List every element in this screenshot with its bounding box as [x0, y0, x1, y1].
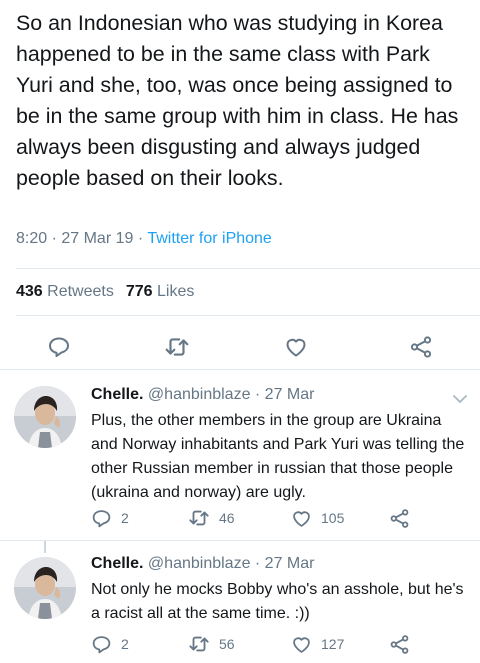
reply-retweet-button[interactable]: 56 [188, 633, 235, 655]
reply-like-button[interactable]: 105 [291, 507, 344, 529]
like-icon [291, 634, 312, 655]
reply-text: Not only he mocks Bobby who's an asshole… [91, 581, 464, 622]
reply-like-button[interactable]: 127 [291, 633, 344, 655]
likes-count[interactable]: 776 [126, 283, 153, 300]
share-icon [389, 508, 410, 529]
tweet-time: 8:20 · 27 Mar 19 · [16, 230, 148, 247]
retweet-icon [188, 633, 210, 655]
tweet-meta: 8:20 · 27 Mar 19 · Twitter for iPhone [16, 230, 272, 248]
reply-icon [91, 508, 112, 529]
reply-tweet[interactable]: Chelle. @hanbinblaze · 27 Mar Plus, the … [0, 370, 480, 540]
like-button[interactable] [279, 330, 313, 364]
reply-icon [47, 335, 71, 359]
retweet-icon [164, 334, 190, 360]
reply-header: Chelle. @hanbinblaze · 27 Mar [91, 555, 314, 573]
likes-label[interactable]: Likes [157, 283, 194, 300]
reply-handle-date: @hanbinblaze · 27 Mar [147, 555, 315, 572]
tweet-actions [0, 330, 480, 364]
reply-actions: 2 56 127 [91, 633, 471, 655]
reply-text: Plus, the other members in the group are… [91, 412, 465, 501]
reply-share-button[interactable] [389, 507, 410, 529]
divider [16, 315, 480, 316]
retweet-icon [188, 507, 210, 529]
reply-count: 2 [121, 636, 129, 652]
reply-reply-button[interactable]: 2 [91, 633, 129, 655]
share-icon [409, 335, 433, 359]
retweet-count: 56 [219, 636, 235, 652]
reply-retweet-button[interactable]: 46 [188, 507, 235, 529]
reply-author-name[interactable]: Chelle. [91, 555, 143, 572]
like-icon [284, 335, 308, 359]
divider [16, 268, 480, 269]
reply-tweet[interactable]: Chelle. @hanbinblaze · 27 Mar Not only h… [0, 541, 480, 663]
reply-reply-button[interactable]: 2 [91, 507, 129, 529]
reply-button[interactable] [42, 330, 76, 364]
tweet-client-link[interactable]: Twitter for iPhone [147, 230, 272, 247]
share-icon [389, 634, 410, 655]
tweet-stats: 436 Retweets 776 Likes [16, 283, 194, 301]
avatar[interactable] [14, 557, 76, 619]
retweet-count: 46 [219, 510, 235, 526]
reply-header: Chelle. @hanbinblaze · 27 Mar [91, 386, 314, 404]
retweet-button[interactable] [160, 330, 194, 364]
share-button[interactable] [404, 330, 438, 364]
reply-icon [91, 634, 112, 655]
retweets-count[interactable]: 436 [16, 283, 43, 300]
tweet-text: So an Indonesian who was studying in Kor… [16, 11, 459, 190]
chevron-down-icon[interactable] [453, 394, 467, 404]
like-icon [291, 508, 312, 529]
reply-author-name[interactable]: Chelle. [91, 386, 143, 403]
reply-actions: 2 46 105 [91, 507, 471, 529]
avatar-photo [14, 386, 76, 448]
like-count: 105 [321, 510, 345, 526]
reply-handle-date: @hanbinblaze · 27 Mar [147, 386, 315, 403]
reply-share-button[interactable] [389, 633, 410, 655]
like-count: 127 [321, 636, 345, 652]
reply-count: 2 [121, 510, 129, 526]
retweets-label[interactable]: Retweets [47, 283, 114, 300]
avatar-photo [14, 557, 76, 619]
avatar[interactable] [14, 386, 76, 448]
